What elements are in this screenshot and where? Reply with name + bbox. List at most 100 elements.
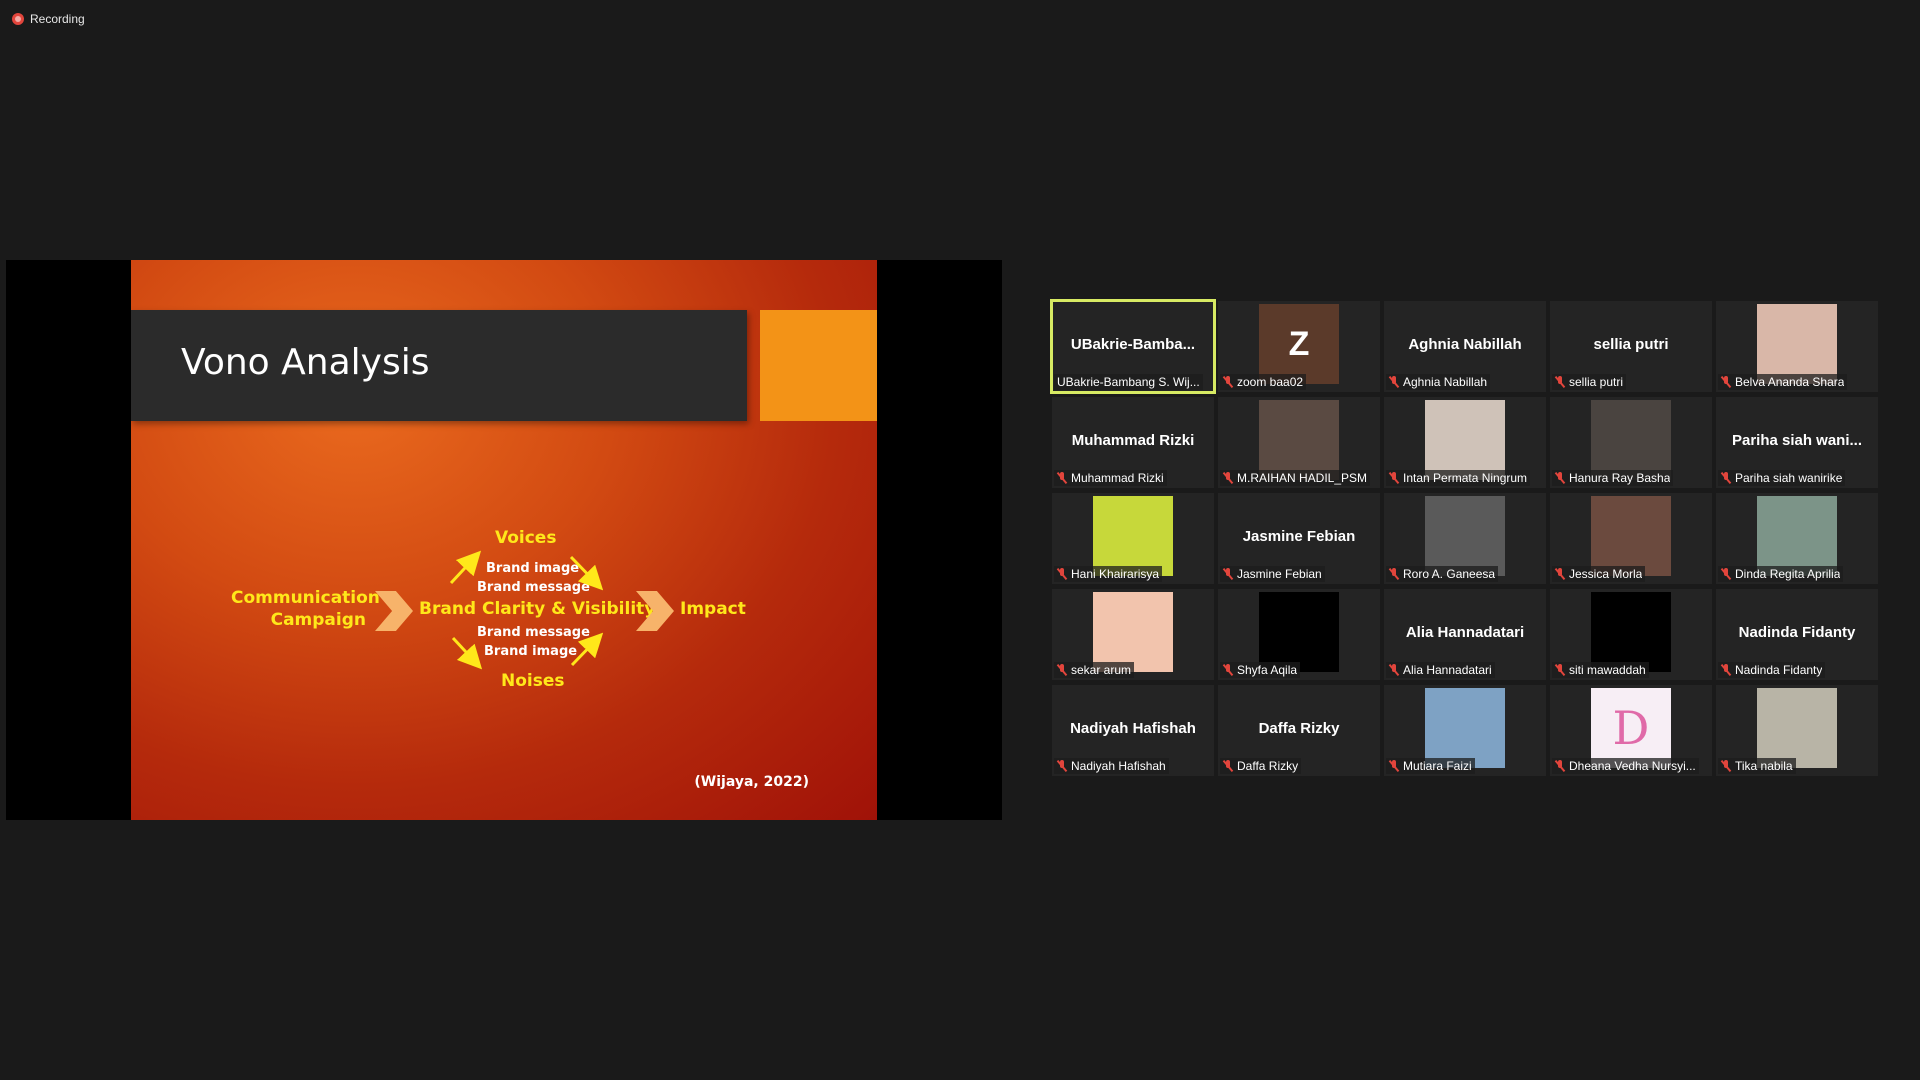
participant-display-name: Muhammad Rizki (1071, 432, 1195, 449)
participant-tile[interactable]: UBakrie-Bamba... UBakrie-Bambang S. Wij..… (1050, 299, 1216, 394)
participant-name: Muhammad Rizki (1071, 471, 1164, 485)
microphone-muted-icon (1555, 664, 1565, 676)
diagram-arrows (449, 550, 604, 670)
presentation-slide: Vono Analysis Communication Campaign Bra… (131, 260, 877, 820)
participant-video (1591, 496, 1671, 576)
participant-name: zoom baa02 (1237, 375, 1304, 389)
microphone-muted-icon (1389, 760, 1399, 772)
participant-tile[interactable]: Hani Khairarisya (1052, 493, 1214, 584)
microphone-muted-icon (1223, 568, 1233, 580)
participant-tile[interactable]: Aghnia Nabillah Aghnia Nabillah (1384, 301, 1546, 392)
participant-name: siti mawaddah (1569, 663, 1646, 677)
participant-tile[interactable]: Alia Hannadatari Alia Hannadatari (1384, 589, 1546, 680)
participant-name: Hani Khairarisya (1071, 567, 1160, 581)
microphone-muted-icon (1223, 376, 1233, 388)
participant-name: Daffa Rizky (1237, 759, 1299, 773)
participant-tile[interactable]: Roro A. Ganeesa (1384, 493, 1546, 584)
participant-name: UBakrie-Bambang S. Wij... (1057, 375, 1200, 389)
participant-name-label: Hanura Ray Basha (1552, 470, 1674, 486)
microphone-muted-icon (1389, 472, 1399, 484)
microphone-muted-icon (1057, 760, 1067, 772)
microphone-muted-icon (1389, 664, 1399, 676)
participant-tile[interactable]: Zzoom baa02 (1218, 301, 1380, 392)
participant-name-label: Nadiyah Hafishah (1054, 758, 1169, 774)
participant-name: sellia putri (1569, 375, 1624, 389)
participant-tile[interactable]: Jasmine Febian Jasmine Febian (1218, 493, 1380, 584)
participant-video (1591, 592, 1671, 672)
participant-name: M.RAIHAN HADIL_PSM (1237, 471, 1368, 485)
microphone-muted-icon (1389, 376, 1399, 388)
participant-tile[interactable]: D Dheana Vedha Nursyi... (1550, 685, 1712, 776)
microphone-muted-icon (1721, 472, 1731, 484)
participant-tile[interactable]: Shyfa Aqila (1218, 589, 1380, 680)
arrow-down-right-icon (569, 555, 604, 591)
slide-citation: (Wijaya, 2022) (694, 774, 809, 790)
participant-display-name: Daffa Rizky (1258, 720, 1340, 737)
participant-name-label: siti mawaddah (1552, 662, 1649, 678)
participant-gallery[interactable]: UBakrie-Bamba... UBakrie-Bambang S. Wij..… (1050, 299, 1878, 776)
participant-tile[interactable]: M.RAIHAN HADIL_PSM (1218, 397, 1380, 488)
participant-name: sekar arum (1071, 663, 1132, 677)
participant-name-label: sellia putri (1552, 374, 1627, 390)
participant-tile[interactable]: Belva Ananda Shara (1716, 301, 1878, 392)
participant-name: Aghnia Nabillah (1403, 375, 1488, 389)
participant-name-label: Muhammad Rizki (1054, 470, 1167, 486)
participant-video (1591, 400, 1671, 480)
participant-name-label: Mutiara Faizi (1386, 758, 1475, 774)
participant-tile[interactable]: Pariha siah wani... Pariha siah wanirike (1716, 397, 1878, 488)
participant-name-label: Nadinda Fidanty (1718, 662, 1826, 678)
participant-name: Nadiyah Hafishah (1071, 759, 1166, 773)
participant-name: Hanura Ray Basha (1569, 471, 1671, 485)
participant-tile[interactable]: Hanura Ray Basha (1550, 397, 1712, 488)
microphone-muted-icon (1555, 568, 1565, 580)
participant-name: Shyfa Aqila (1237, 663, 1298, 677)
participant-name-label: Shyfa Aqila (1220, 662, 1301, 678)
participant-display-name: Jasmine Febian (1242, 528, 1356, 545)
participant-tile[interactable]: Intan Permata Ningrum (1384, 397, 1546, 488)
participant-tile[interactable]: Nadinda Fidanty Nadinda Fidanty (1716, 589, 1878, 680)
participant-name-label: Jessica Morla (1552, 566, 1646, 582)
shared-screen[interactable]: Vono Analysis Communication Campaign Bra… (6, 260, 1002, 820)
microphone-muted-icon (1555, 376, 1565, 388)
participant-name-label: Belva Ananda Shara (1718, 374, 1848, 390)
participant-video (1757, 496, 1837, 576)
participant-name-label: UBakrie-Bambang S. Wij... (1054, 374, 1203, 390)
microphone-muted-icon (1555, 472, 1565, 484)
participant-name-label: Jasmine Febian (1220, 566, 1325, 582)
participant-video (1757, 688, 1837, 768)
participant-name-label: sekar arum (1054, 662, 1135, 678)
participant-display-name: Pariha siah wani... (1731, 432, 1863, 449)
participant-tile[interactable]: Tika nabila (1716, 685, 1878, 776)
microphone-muted-icon (1057, 664, 1067, 676)
microphone-muted-icon (1223, 664, 1233, 676)
participant-display-name: Nadinda Fidanty (1738, 624, 1856, 641)
microphone-muted-icon (1057, 472, 1067, 484)
participant-video (1425, 688, 1505, 768)
participant-name-label: Tika nabila (1718, 758, 1796, 774)
participant-avatar: Z (1259, 304, 1339, 384)
participant-tile[interactable]: Muhammad Rizki Muhammad Rizki (1052, 397, 1214, 488)
microphone-muted-icon (1223, 760, 1233, 772)
recording-indicator[interactable]: Recording (12, 12, 85, 26)
arrow-up-right-icon (570, 632, 604, 667)
participant-tile[interactable]: siti mawaddah (1550, 589, 1712, 680)
participant-video (1425, 400, 1505, 480)
participant-tile[interactable]: sekar arum (1052, 589, 1214, 680)
microphone-muted-icon (1389, 568, 1399, 580)
participant-tile[interactable]: Mutiara Faizi (1384, 685, 1546, 776)
participant-name-label: Alia Hannadatari (1386, 662, 1495, 678)
recording-label: Recording (30, 12, 85, 26)
participant-avatar: D (1591, 688, 1671, 768)
microphone-muted-icon (1721, 664, 1731, 676)
microphone-muted-icon (1721, 568, 1731, 580)
participant-name: Belva Ananda Shara (1735, 375, 1845, 389)
participant-name-label: Dinda Regita Aprilia (1718, 566, 1844, 582)
participant-display-name: UBakrie-Bamba... (1070, 336, 1196, 353)
participant-tile[interactable]: Jessica Morla (1550, 493, 1712, 584)
participant-name-label: Dheana Vedha Nursyi... (1552, 758, 1699, 774)
participant-tile[interactable]: Dinda Regita Aprilia (1716, 493, 1878, 584)
participant-video (1093, 496, 1173, 576)
participant-tile[interactable]: Nadiyah Hafishah Nadiyah Hafishah (1052, 685, 1214, 776)
participant-tile[interactable]: Daffa Rizky Daffa Rizky (1218, 685, 1380, 776)
participant-tile[interactable]: sellia putri sellia putri (1550, 301, 1712, 392)
